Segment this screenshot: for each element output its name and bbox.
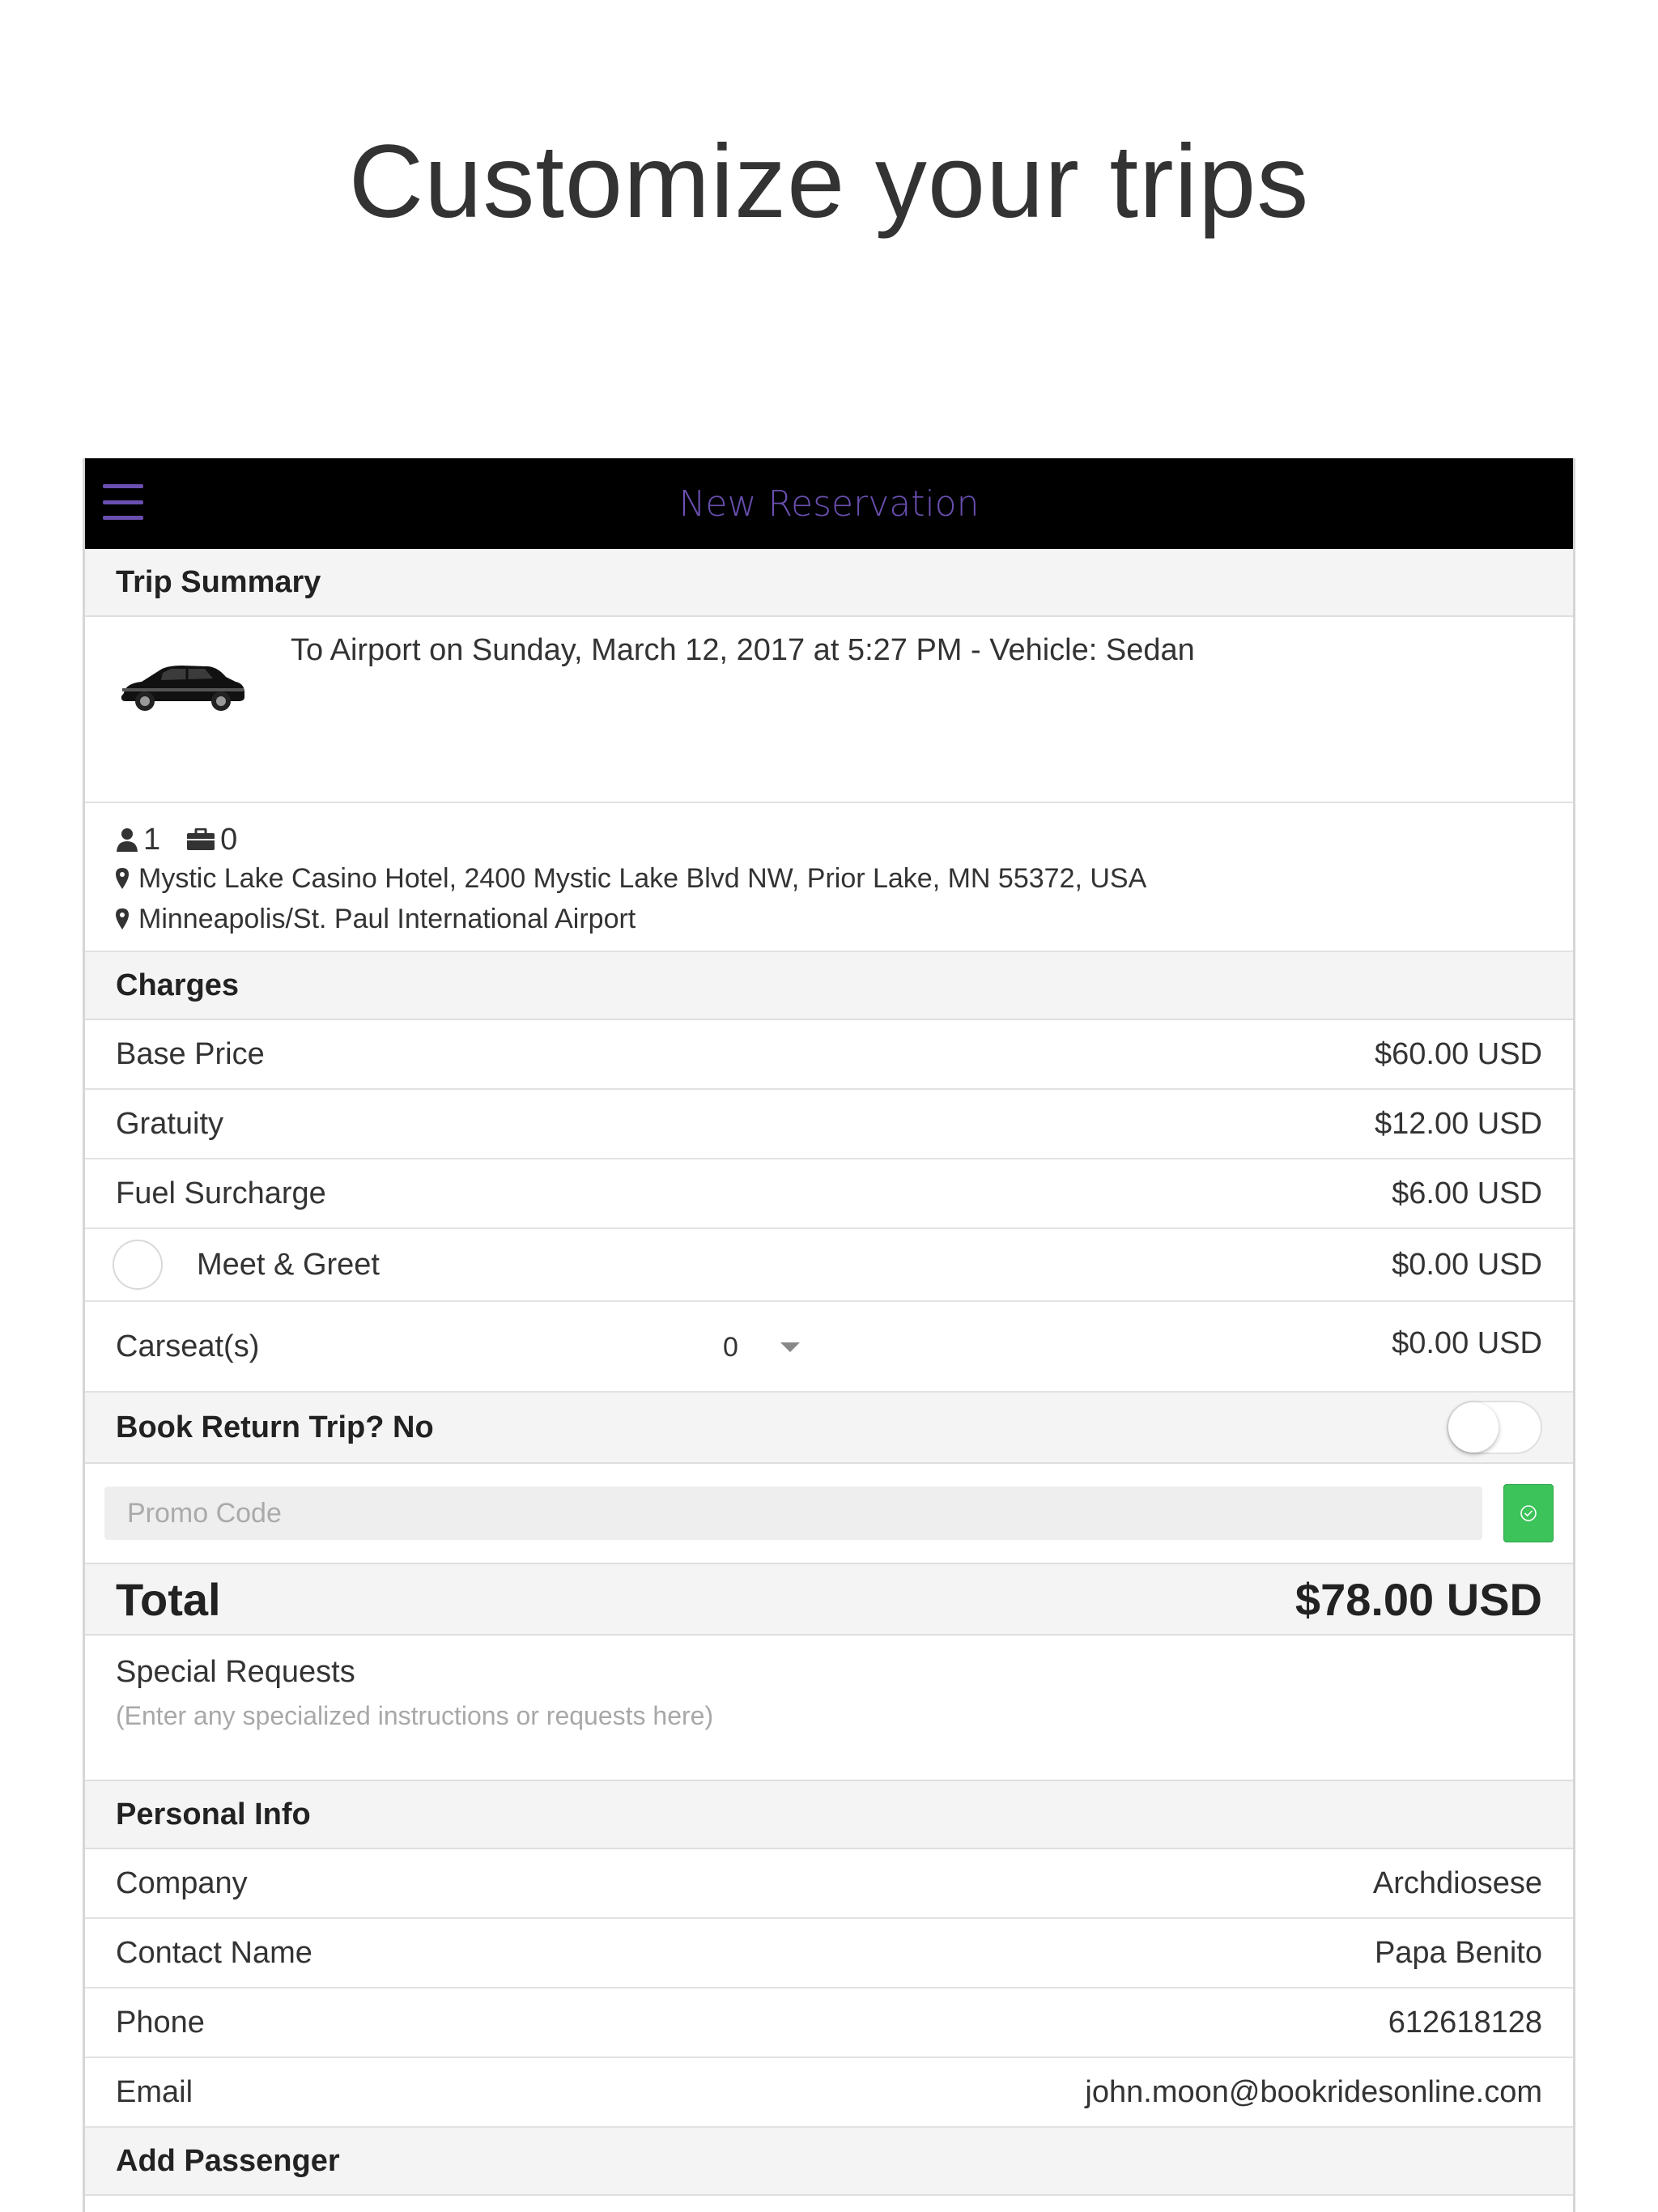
trip-description: To Airport on Sunday, March 12, 2017 at … [291, 633, 1195, 667]
return-trip-row: Book Return Trip? No [85, 1393, 1573, 1464]
apply-promo-button[interactable] [1503, 1484, 1554, 1542]
contact-name-row[interactable]: Contact Name Papa Benito [85, 1919, 1573, 1989]
trip-summary-header: Trip Summary [85, 549, 1573, 617]
company-row[interactable]: Company Archdiosese [85, 1849, 1573, 1919]
passenger-count: 1 [143, 822, 161, 857]
caret-down-icon [780, 1342, 800, 1352]
phone-row[interactable]: Phone 612618128 [85, 1989, 1573, 2058]
map-marker-icon [116, 908, 129, 929]
total-row: Total $78.00 USD [85, 1564, 1573, 1636]
base-price-row: Base Price $60.00 USD [85, 1020, 1573, 1090]
check-circle-icon [1520, 1505, 1537, 1521]
promo-row [85, 1464, 1573, 1564]
hamburger-icon[interactable] [103, 484, 143, 520]
sedan-car-icon [121, 666, 244, 711]
meet-greet-radio[interactable] [113, 1240, 163, 1290]
dropoff-location: Minneapolis/St. Paul International Airpo… [116, 899, 1542, 939]
trip-summary: To Airport on Sunday, March 12, 2017 at … [85, 617, 1573, 803]
fuel-surcharge-row: Fuel Surcharge $6.00 USD [85, 1159, 1573, 1229]
briefcase-icon [186, 828, 215, 851]
special-requests-field[interactable]: Special Requests (Enter any specialized … [85, 1636, 1573, 1781]
nav-title: New Reservation [678, 483, 980, 525]
return-trip-toggle[interactable] [1447, 1401, 1542, 1454]
map-marker-icon [116, 868, 129, 889]
user-icon [116, 827, 138, 852]
app-screen: New Reservation Trip Summary To Airport … [83, 458, 1575, 2212]
meet-greet-row[interactable]: Meet & Greet $0.00 USD [85, 1229, 1573, 1302]
carseat-select[interactable]: 0 [723, 1302, 885, 1393]
total-value: $78.00 USD [1295, 1573, 1542, 1625]
gratuity-row: Gratuity $12.00 USD [85, 1090, 1573, 1159]
personal-info-header: Personal Info [85, 1781, 1573, 1849]
pickup-location: Mystic Lake Casino Hotel, 2400 Mystic La… [116, 858, 1542, 899]
navbar: New Reservation [85, 458, 1573, 549]
luggage-count: 0 [220, 822, 238, 857]
email-row[interactable]: Email john.moon@bookridesonline.com [85, 2058, 1573, 2128]
headline: Customize your trips [348, 124, 1310, 240]
trip-counts: 1 0 [116, 821, 1542, 858]
charges-header: Charges [85, 952, 1573, 1020]
add-passenger-header[interactable]: Add Passenger [85, 2128, 1573, 2196]
carseat-row: Carseat(s) 0 $0.00 USD [85, 1302, 1573, 1393]
promo-code-input[interactable] [104, 1487, 1482, 1540]
trip-details: 1 0 Mystic Lake Casino Hotel, 2400 Mysti… [85, 803, 1573, 952]
